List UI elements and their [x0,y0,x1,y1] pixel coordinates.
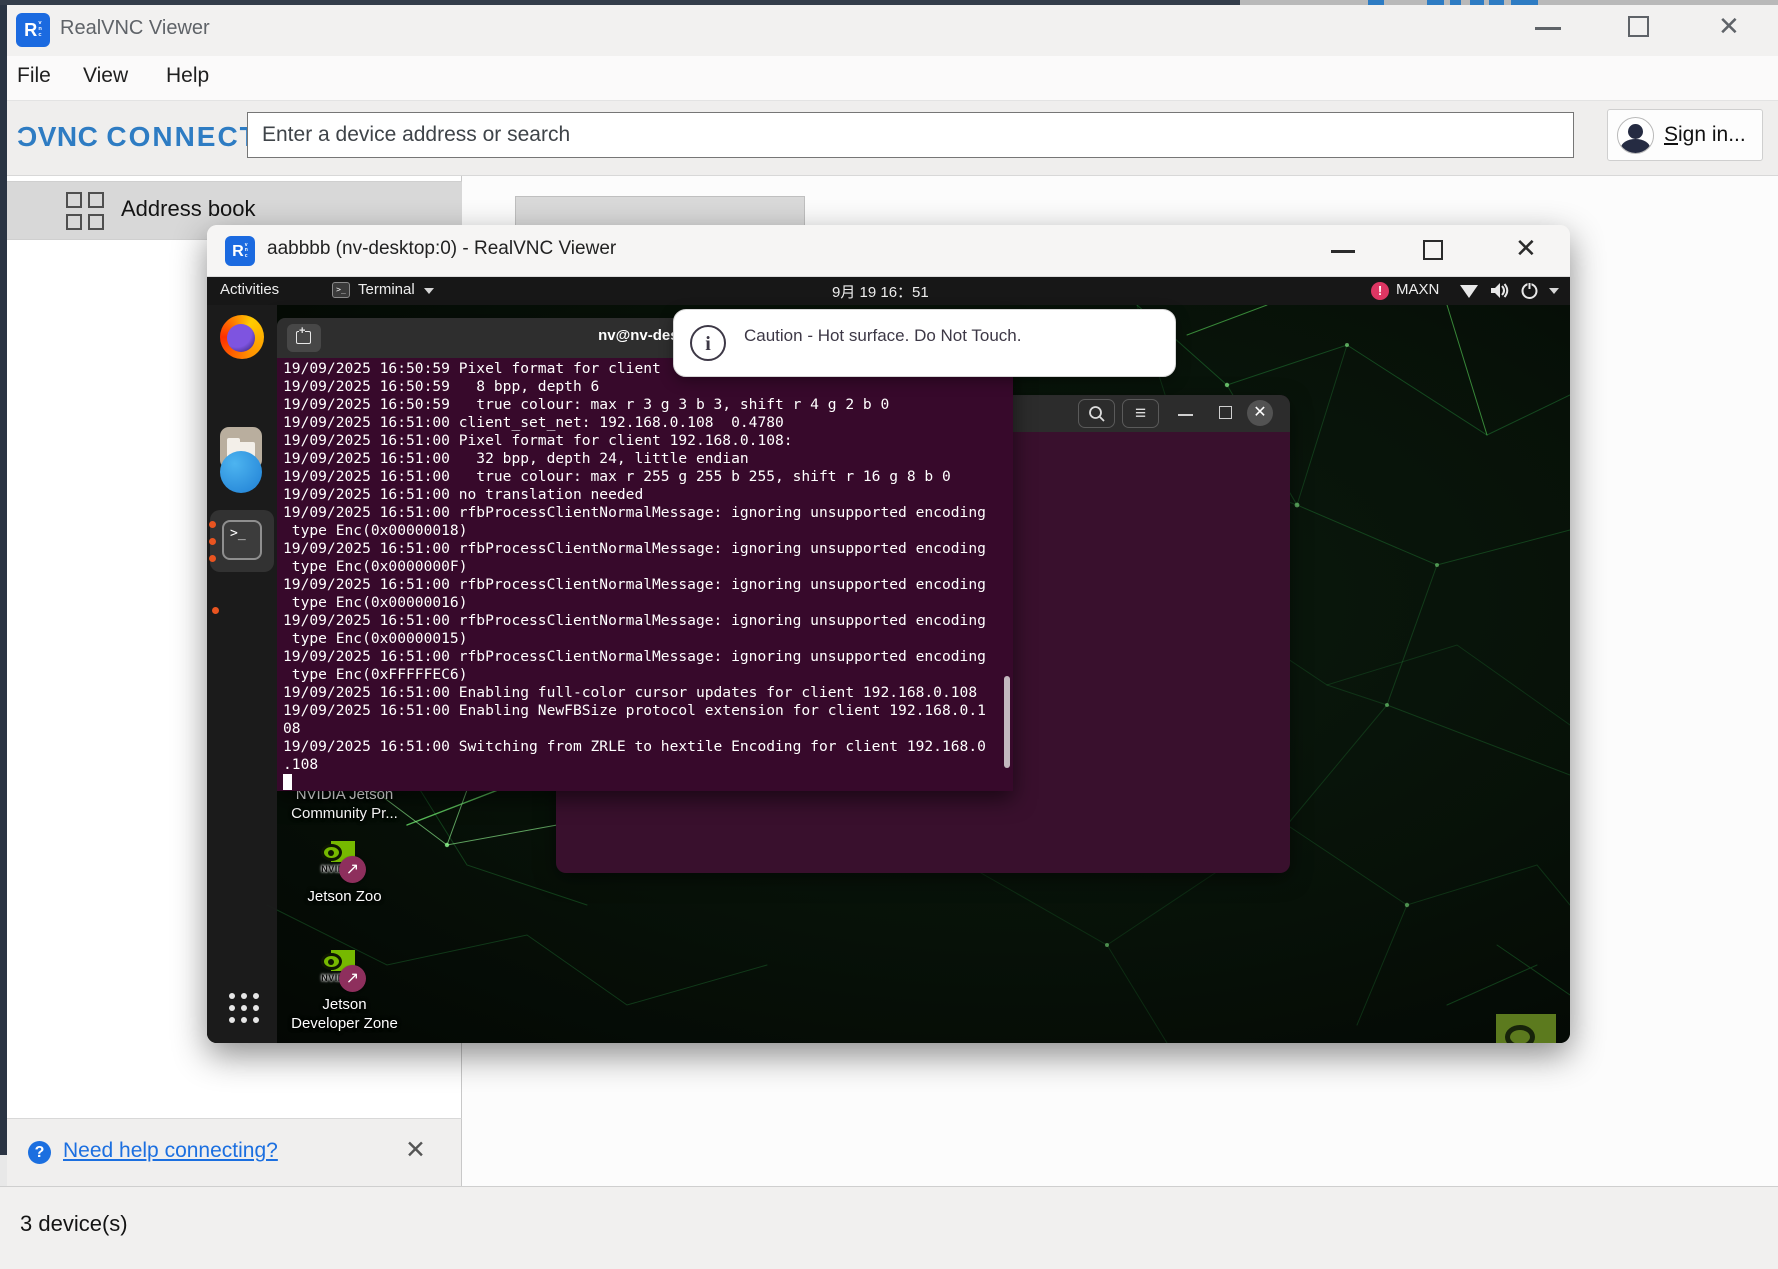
minimize-button[interactable] [1535,27,1561,30]
clock[interactable]: 9月 19 16：51 [832,281,929,302]
device-search-input[interactable] [247,112,1574,158]
status-bar: 3 device(s) [0,1186,1778,1269]
help-icon[interactable] [220,451,262,493]
notification-toast[interactable]: i Caution - Hot surface. Do Not Touch. [673,309,1176,377]
menu-view[interactable]: View [83,64,128,88]
nvidia-logo-watermark [1496,1014,1556,1043]
dock: >_ [207,305,277,1043]
close-button[interactable]: ✕ [1247,400,1273,426]
shortcut-arrow-badge-icon: ↗ [339,856,366,883]
vnc-window-titlebar[interactable]: R vnc aabbbb (nv-desktop:0) - RealVNC Vi… [207,225,1570,277]
show-applications-button[interactable] [229,993,263,1027]
desktop-icon-label[interactable]: Jetson Zoo [282,888,407,907]
volume-icon [1490,282,1510,299]
realvnc-app-icon: R vnc [225,236,255,266]
running-indicator-dot [212,607,219,614]
help-circle-icon: ? [28,1141,51,1164]
remote-desktop-surface[interactable]: NVIDIA Jetson Community Pr... NVIDIA ↗ J… [207,305,1570,1043]
running-indicator-dot [209,521,216,528]
dismiss-banner-icon[interactable]: ✕ [405,1135,426,1165]
terminal-icon: >_ [222,520,262,560]
device-count: 3 device(s) [20,1211,128,1237]
address-book-grid-icon [66,192,104,230]
firefox-icon[interactable] [220,315,264,359]
maximize-button[interactable] [1219,406,1232,419]
terminal-screen[interactable]: 19/09/2025 16:50:59 Pixel format for cli… [277,358,1013,791]
wifi-icon [1459,283,1479,299]
terminal-dock-slot[interactable]: >_ [210,510,274,572]
terminal-window[interactable]: + nv@nv-deskt 19/09/2025 16:50:59 Pixel … [277,318,1013,791]
gnome-top-bar: Activities >_ Terminal 9月 19 16：51 ! MAX… [207,277,1570,305]
app-titlebar: R vnc RealVNC Viewer ✕ [7,5,1778,56]
window-border [0,5,7,1155]
alert-badge-icon: ! [1371,282,1389,300]
activities-button[interactable]: Activities [220,281,279,298]
chevron-down-icon [424,288,434,294]
close-button[interactable]: ✕ [1515,235,1537,261]
running-indicator-dot [209,555,216,562]
search-button[interactable] [1078,399,1115,428]
close-button[interactable]: ✕ [1718,13,1740,39]
toolbar: ƆVNCCONNECT Sign in... [7,101,1778,176]
terminal-app-icon: >_ [332,282,350,298]
menu-bar: File View Help [7,56,1778,101]
app-title: RealVNC Viewer [60,17,210,40]
notification-message: Caution - Hot surface. Do Not Touch. [744,326,1022,346]
running-indicator-dot [209,538,216,545]
vnc-session-window: R vnc aabbbb (nv-desktop:0) - RealVNC Vi… [207,225,1570,1043]
power-icon [1520,281,1539,300]
minimize-button[interactable] [1331,250,1355,253]
avatar-icon [1617,117,1654,154]
need-help-link[interactable]: Need help connecting? [63,1139,278,1163]
maximize-button[interactable] [1423,240,1443,260]
terminal-cursor [283,774,292,790]
chevron-down-icon[interactable] [1549,288,1559,294]
vnc-remote-desktop[interactable]: Activities >_ Terminal 9月 19 16：51 ! MAX… [207,277,1570,1043]
menu-button[interactable]: ≡ [1122,399,1159,428]
desktop-icon-label[interactable]: NVIDIA Jetson Community Pr... [272,786,417,824]
maximize-button[interactable] [1628,16,1649,37]
help-banner: ? Need help connecting? ✕ [7,1118,462,1186]
realvnc-app-icon: R vnc [16,13,50,47]
app-menu-terminal[interactable]: Terminal [358,281,415,298]
desktop-icon-label[interactable]: Jetson Developer Zone [272,996,417,1034]
perf-mode-indicator[interactable]: MAXN [1396,281,1439,298]
vnc-connect-logo: ƆVNCCONNECT [17,121,259,153]
terminal-output: 19/09/2025 16:50:59 Pixel format for cli… [283,360,986,774]
info-icon: i [690,325,726,361]
screen: R vnc RealVNC Viewer ✕ File View Help ƆV… [0,0,1778,1269]
terminal-scrollbar[interactable] [1004,676,1010,768]
vnc-window-title: aabbbb (nv-desktop:0) - RealVNC Viewer [267,238,616,260]
search-icon [1088,405,1106,423]
address-book-label: Address book [121,196,256,222]
sign-in-label: Sign in... [1664,123,1746,147]
menu-file[interactable]: File [17,64,51,88]
minimize-button[interactable] [1178,414,1193,416]
shortcut-arrow-badge-icon: ↗ [339,965,366,992]
menu-help[interactable]: Help [166,64,209,88]
sign-in-button[interactable]: Sign in... [1607,109,1763,161]
